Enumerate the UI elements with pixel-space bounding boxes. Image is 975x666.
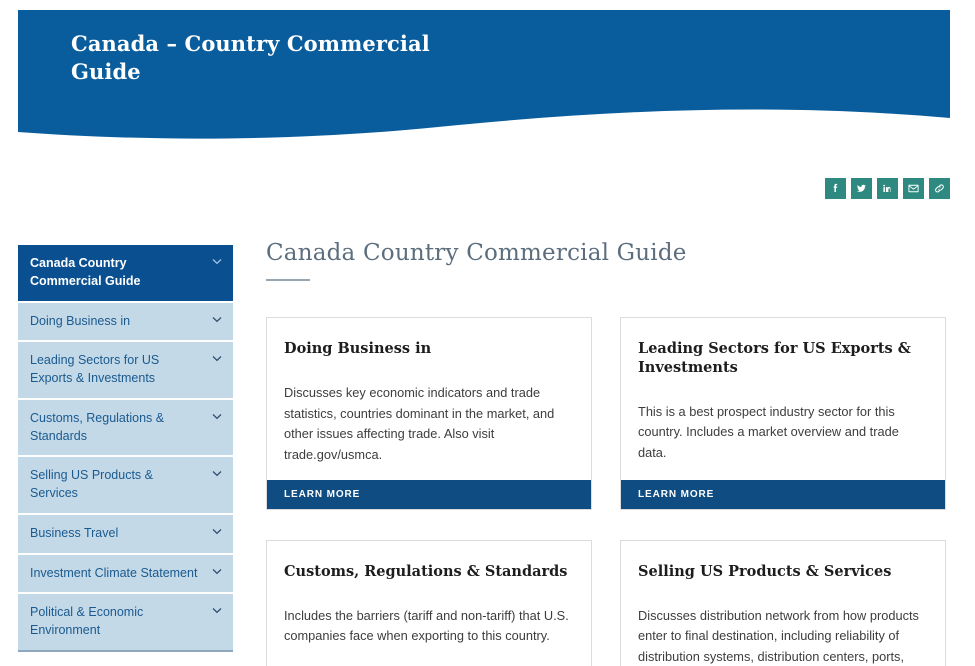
chevron-down-icon <box>212 413 222 420</box>
sidebar-item-label: Business Travel <box>30 525 119 540</box>
card-text: Includes the barriers (tariff and non-ta… <box>284 607 569 644</box>
hero-banner: Canada – Country Commercial Guide <box>18 10 950 145</box>
sidebar-item-customs-regulations-standards[interactable]: Customs, Regulations & Standards <box>18 397 233 456</box>
sidebar-item-leading-sectors[interactable]: Leading Sectors for US Exports & Investm… <box>18 340 233 398</box>
card-body: Leading Sectors for US Exports & Investm… <box>621 318 945 480</box>
twitter-icon[interactable] <box>851 178 872 199</box>
title-underline-rule <box>266 279 310 281</box>
chevron-down-icon <box>212 607 222 614</box>
sidebar-item-canada-country-commercial-guide[interactable]: Canada Country Commercial Guide <box>18 245 233 301</box>
card-body: Selling US Products & Services Discusses… <box>621 541 945 666</box>
sidebar-item-investment-climate-statement[interactable]: Investment Climate Statement <box>18 552 233 593</box>
chevron-down-icon <box>212 258 222 265</box>
sidebar-item-business-travel[interactable]: Business Travel <box>18 512 233 553</box>
card-text: This is a best prospect industry sector … <box>638 403 899 461</box>
chevron-down-icon <box>212 355 222 362</box>
page-title: Canada Country Commercial Guide <box>266 240 687 266</box>
learn-more-button[interactable]: LEARN MORE <box>621 479 945 509</box>
learn-more-button[interactable]: LEARN MORE <box>267 479 591 509</box>
card-doing-business-in[interactable]: Doing Business in Discusses key economic… <box>266 317 592 510</box>
card-body: Doing Business in Discusses key economic… <box>267 318 591 480</box>
sidebar-item-label: Canada Country Commercial Guide <box>30 256 141 288</box>
sidebar-item-label: Leading Sectors for US Exports & Investm… <box>30 353 160 385</box>
facebook-icon[interactable] <box>825 178 846 199</box>
sidebar-nav: Canada Country Commercial Guide Doing Bu… <box>18 245 233 652</box>
card-heading: Doing Business in <box>284 340 432 357</box>
card-grid: Doing Business in Discusses key economic… <box>266 317 952 666</box>
sidebar-item-doing-business-in[interactable]: Doing Business in <box>18 300 233 341</box>
link-icon[interactable] <box>929 178 950 199</box>
card-heading: Leading Sectors for US Exports & Investm… <box>638 340 911 376</box>
chevron-down-icon <box>212 568 222 575</box>
linkedin-icon[interactable] <box>877 178 898 199</box>
sidebar-item-label: Doing Business in <box>30 313 131 328</box>
page-root: Canada – Country Commercial Guide Canada… <box>0 0 975 666</box>
card-heading: Customs, Regulations & Standards <box>284 562 568 580</box>
email-icon[interactable] <box>903 178 924 199</box>
card-text: Discusses key economic indicators and tr… <box>284 384 555 462</box>
sidebar-item-label: Political & Economic Environment <box>30 605 144 637</box>
main-content: Canada Country Commercial Guide Doing Bu… <box>266 240 952 666</box>
sidebar-item-political-economic-environment[interactable]: Political & Economic Environment <box>18 592 233 650</box>
card-selling-us-products-services[interactable]: Selling US Products & Services Discusses… <box>620 539 946 666</box>
card-leading-sectors[interactable]: Leading Sectors for US Exports & Investm… <box>620 317 946 510</box>
chevron-down-icon <box>212 470 222 477</box>
sidebar-item-selling-us-products-services[interactable]: Selling US Products & Services <box>18 455 233 513</box>
sidebar-item-label: Selling US Products & Services <box>30 468 153 500</box>
social-share-bar <box>825 178 950 199</box>
chevron-down-icon <box>212 528 222 535</box>
hero-title: Canada – Country Commercial Guide <box>71 31 430 84</box>
sidebar-item-label: Customs, Regulations & Standards <box>30 410 165 443</box>
chevron-down-icon <box>212 316 222 323</box>
card-customs-regulations-standards[interactable]: Customs, Regulations & Standards Include… <box>266 539 592 666</box>
card-heading: Selling US Products & Services <box>638 562 892 580</box>
card-body: Customs, Regulations & Standards Include… <box>267 541 591 666</box>
card-text: Discusses distribution network from how … <box>638 607 919 664</box>
sidebar-item-label: Investment Climate Statement <box>30 565 198 580</box>
